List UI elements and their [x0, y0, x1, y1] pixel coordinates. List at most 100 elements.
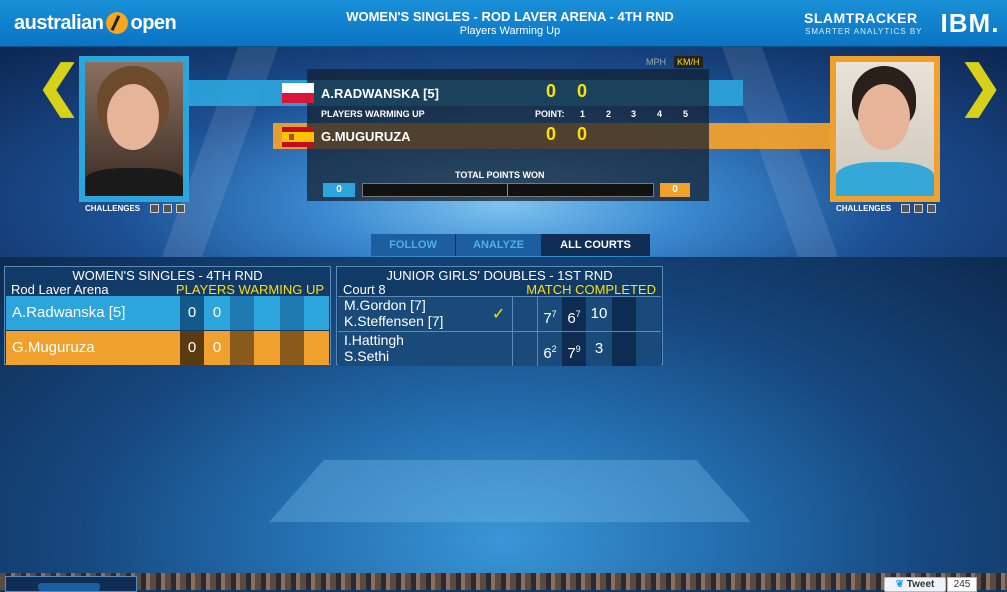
player2-total-points: 0: [660, 183, 690, 197]
point-label: POINT:: [535, 109, 565, 119]
challenge-box: [150, 204, 160, 213]
score-cell: [255, 331, 279, 365]
logo-text-left: australian: [14, 11, 104, 34]
tiebreak-score: 7: [575, 309, 581, 319]
score-cell: [280, 331, 304, 365]
player-name: M.Gordon [7]: [344, 297, 426, 313]
ibm-logo-text: IBM.: [940, 7, 1000, 38]
table-row: I.Hattingh S.Sethi 62 79 3: [338, 331, 661, 366]
tab-follow[interactable]: FOLLOW: [371, 234, 456, 256]
player-name: A.Radwanska [5]: [12, 304, 126, 321]
next-match-arrow-icon[interactable]: ❯: [958, 59, 1003, 113]
tiebreak-score: 2: [551, 344, 557, 354]
winner-check-icon: ✓: [492, 306, 506, 323]
tweet-label: Tweet: [906, 579, 935, 590]
player1-name: A.RADWANSKA [5]: [321, 86, 439, 101]
player1-total-points: 0: [323, 183, 355, 197]
prev-match-arrow-icon[interactable]: ❮: [36, 59, 81, 113]
match-title: WOMEN'S SINGLES - ROD LAVER ARENA - 4TH …: [346, 9, 674, 24]
challenge-box: [176, 204, 186, 213]
challenges-label: CHALLENGES: [85, 204, 141, 213]
challenge-box: [163, 204, 173, 213]
match-subtitle: Players Warming Up: [459, 25, 561, 37]
player1-sets: 0: [546, 81, 557, 101]
score-cell: [512, 297, 537, 331]
player-name: S.Sethi: [344, 348, 390, 364]
player2-sets: 0: [546, 124, 557, 144]
player2-photo: [830, 56, 940, 202]
score-cell: 67: [562, 297, 586, 331]
crowd: [0, 573, 1007, 590]
unit-kmh-toggle[interactable]: KM/H: [674, 56, 703, 68]
unit-mph-toggle[interactable]: MPH: [646, 57, 666, 67]
score-cell: 10: [590, 305, 608, 322]
score-cell: 0: [212, 339, 222, 356]
challenge-box: [901, 204, 911, 213]
match-stage: ❮ ❯ CHALLENGES CHALLENGES MPH KM/H A.RAD…: [0, 47, 1007, 257]
spain-flag-icon: [282, 127, 314, 147]
table-row: M.Gordon [7] K.Steffensen [7] ✓ 77 67 10: [338, 296, 661, 331]
slamtracker-subtitle: SMARTER ANALYTICS BY: [805, 27, 923, 36]
court-status: MATCH COMPLETED: [526, 282, 656, 297]
player1-challenges: CHALLENGES: [85, 204, 186, 213]
total-points-label: TOTAL POINTS WON: [455, 170, 545, 180]
set-score: 7: [567, 345, 576, 362]
score-cell: 77: [537, 297, 562, 331]
twitter-bird-icon: ❦: [895, 579, 904, 590]
court-status: PLAYERS WARMING UP: [175, 282, 324, 297]
set-score: 6: [567, 310, 576, 327]
match-status: PLAYERS WARMING UP: [321, 109, 425, 119]
logo-text-right: open: [130, 11, 177, 34]
tab-all-courts[interactable]: ALL COURTS: [542, 234, 650, 256]
court-name: Rod Laver Arena: [11, 282, 109, 297]
score-cell: 3: [594, 340, 604, 357]
score-cell: [255, 296, 279, 330]
view-tabs: FOLLOW ANALYZE ALL COURTS: [371, 234, 650, 256]
set-number: 2: [606, 109, 612, 119]
player2-games: 0: [577, 124, 588, 144]
challenges-label: CHALLENGES: [836, 204, 892, 213]
table-row: G.Muguruza 0 0: [6, 331, 329, 365]
player2-challenges: CHALLENGES: [836, 204, 937, 213]
table-row: A.Radwanska [5] 0 0: [6, 296, 329, 330]
set-number: 3: [631, 109, 637, 119]
score-cell: 0: [180, 296, 204, 330]
score-cell: 79: [562, 332, 586, 366]
total-points-bar: [362, 183, 654, 197]
court-card-title: WOMEN'S SINGLES - 4TH RND: [72, 268, 263, 283]
player2-name: G.MUGURUZA: [321, 129, 411, 144]
set-number: 4: [657, 109, 663, 119]
court-card-rod-laver[interactable]: WOMEN'S SINGLES - 4TH RND Rod Laver Aren…: [4, 266, 331, 365]
tab-analyze[interactable]: ANALYZE: [456, 234, 542, 256]
score-cell: [512, 332, 537, 366]
header: australian open WOMEN'S SINGLES - ROD LA…: [0, 0, 1007, 47]
poland-flag-icon: [282, 83, 314, 103]
light-beam: [721, 47, 839, 257]
tiebreak-score: 9: [575, 344, 581, 354]
tennis-court: [269, 459, 751, 523]
challenge-box: [927, 204, 937, 213]
slamtracker-title: SLAMTRACKER: [804, 10, 918, 26]
score-cell: [230, 296, 254, 330]
player1-games: 0: [577, 81, 588, 101]
tennis-player-icon: [106, 12, 129, 34]
score-cell: 62: [537, 332, 562, 366]
set-number: 5: [683, 109, 689, 119]
tiebreak-score: 7: [551, 309, 557, 319]
player-name: I.Hattingh: [344, 332, 404, 348]
ibm-logo[interactable]: IBM.: [940, 8, 1000, 38]
score-cell: [230, 331, 254, 365]
score-cell: [612, 297, 636, 331]
court-card-title: JUNIOR GIRLS' DOUBLES - 1ST RND: [386, 268, 613, 283]
score-cell: [612, 332, 636, 366]
score-cell: 0: [212, 304, 222, 321]
player1-photo: [79, 56, 189, 202]
court-card-court-8[interactable]: JUNIOR GIRLS' DOUBLES - 1ST RND Court 8 …: [336, 266, 663, 366]
set-number: 1: [580, 109, 586, 119]
player-name: G.Muguruza: [12, 339, 95, 356]
set-score: 7: [543, 310, 552, 327]
challenge-box: [914, 204, 924, 213]
australian-open-logo[interactable]: australian open: [14, 7, 177, 39]
player-name: K.Steffensen [7]: [344, 313, 444, 329]
score-cell: [280, 296, 304, 330]
